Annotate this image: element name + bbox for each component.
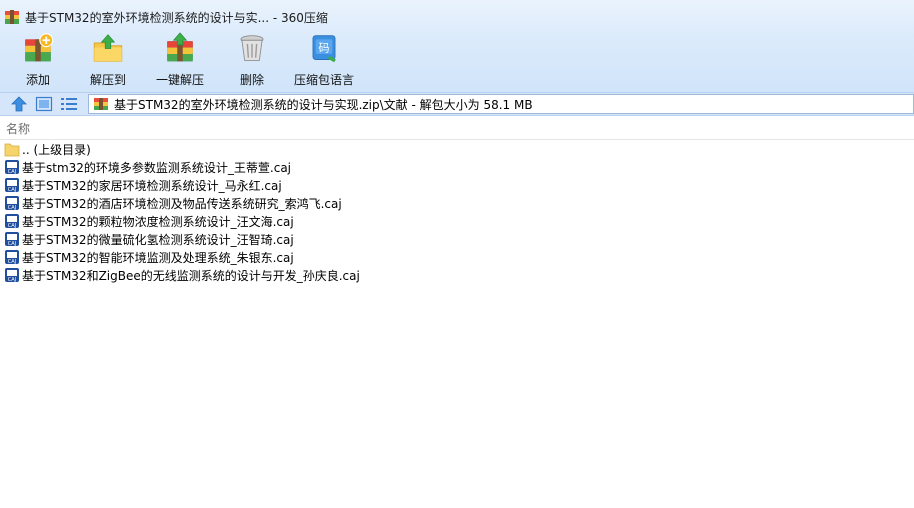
list-item[interactable]: CAJ 基于STM32的微量硫化氢检测系统设计_汪智琦.caj <box>0 230 914 248</box>
one-click-extract-button-label: 一键解压 <box>155 73 204 87</box>
file-name: 基于STM32的酒店环境检测及物品传送系统研究_索鸿飞.caj <box>22 196 342 211</box>
caj-file-icon: CAJ <box>5 232 19 247</box>
address-bar[interactable]: 基于STM32的室外环境检测系统的设计与实现.zip\文献 - 解包大小为 58… <box>88 94 914 114</box>
extract-to-button-label: 解压到 <box>89 73 126 87</box>
one-click-extract-button[interactable]: 一键解压 <box>144 30 216 88</box>
caj-file-icon: CAJ <box>5 268 19 283</box>
archive-app-icon <box>5 10 19 24</box>
column-name-header[interactable]: 名称 <box>6 120 30 137</box>
delete-button[interactable]: 删除 <box>216 30 288 88</box>
toolbar: 添加 解压到 一键解压 删除 码 压缩包语言 <box>0 30 360 90</box>
extract-to-button[interactable]: 解压到 <box>72 30 144 88</box>
list-item-parent-directory[interactable]: .. (上级目录) <box>0 140 914 158</box>
list-item[interactable]: CAJ 基于stm32的环境多参数监测系统设计_王蒂萱.caj <box>0 158 914 176</box>
list-item[interactable]: CAJ 基于STM32和ZigBee的无线监测系统的设计与开发_孙庆良.caj <box>0 266 914 284</box>
svg-text:码: 码 <box>319 41 330 54</box>
column-header[interactable]: 名称 <box>0 118 914 140</box>
svg-text:CAJ: CAJ <box>8 187 16 193</box>
svg-text:CAJ: CAJ <box>8 223 16 229</box>
caj-file-icon: CAJ <box>5 160 19 175</box>
caj-file-icon: CAJ <box>5 214 19 229</box>
header-area: 基于STM32的室外环境检测系统的设计与实... - 360压缩 添加 解压到 … <box>0 0 914 92</box>
up-arrow-icon[interactable] <box>10 96 28 112</box>
folder-icon <box>4 143 20 157</box>
file-name: 基于STM32和ZigBee的无线监测系统的设计与开发_孙庆良.caj <box>22 268 360 283</box>
delete-button-label: 删除 <box>239 73 264 87</box>
address-path: 基于STM32的室外环境检测系统的设计与实现.zip\文献 - 解包大小为 58… <box>114 97 533 112</box>
file-list: .. (上级目录) CAJ 基于stm32的环境多参数监测系统设计_王蒂萱.ca… <box>0 140 914 284</box>
file-name: 基于STM32的颗粒物浓度检测系统设计_汪文海.caj <box>22 214 294 229</box>
file-name: 基于stm32的环境多参数监测系统设计_王蒂萱.caj <box>22 160 292 175</box>
caj-file-icon: CAJ <box>5 250 19 265</box>
file-name: 基于STM32的微量硫化氢检测系统设计_汪智琦.caj <box>22 232 294 247</box>
caj-file-icon: CAJ <box>5 178 19 193</box>
svg-text:CAJ: CAJ <box>8 277 16 283</box>
list-item[interactable]: CAJ 基于STM32的颗粒物浓度检测系统设计_汪文海.caj <box>0 212 914 230</box>
list-item[interactable]: CAJ 基于STM32的智能环境监测及处理系统_朱银东.caj <box>0 248 914 266</box>
svg-text:CAJ: CAJ <box>8 241 16 247</box>
add-archive-icon <box>25 33 54 62</box>
file-name: .. (上级目录) <box>22 142 91 157</box>
thumbnail-view-icon[interactable] <box>35 96 53 112</box>
address-row: 基于STM32的室外环境检测系统的设计与实现.zip\文献 - 解包大小为 58… <box>0 92 914 116</box>
file-name: 基于STM32的家居环境检测系统设计_马永红.caj <box>22 178 282 193</box>
svg-text:CAJ: CAJ <box>8 205 16 211</box>
caj-file-icon: CAJ <box>5 196 19 211</box>
one-click-extract-icon <box>167 32 193 62</box>
add-button[interactable]: 添加 <box>4 30 72 88</box>
window-title: 基于STM32的室外环境检测系统的设计与实... - 360压缩 <box>25 10 328 25</box>
file-name: 基于STM32的智能环境监测及处理系统_朱银东.caj <box>22 250 294 265</box>
list-view-icon[interactable] <box>60 96 78 112</box>
archive-language-button[interactable]: 码 压缩包语言 <box>288 30 360 88</box>
svg-text:CAJ: CAJ <box>8 259 16 265</box>
archive-file-icon <box>94 98 108 110</box>
list-item[interactable]: CAJ 基于STM32的家居环境检测系统设计_马永红.caj <box>0 176 914 194</box>
extract-to-icon <box>93 34 123 62</box>
title-bar: 基于STM32的室外环境检测系统的设计与实... - 360压缩 <box>0 0 914 34</box>
svg-text:CAJ: CAJ <box>8 169 16 175</box>
app-window: 基于STM32的室外环境检测系统的设计与实... - 360压缩 添加 解压到 … <box>0 0 914 508</box>
trash-can-icon <box>240 35 264 61</box>
archive-language-button-label: 压缩包语言 <box>293 73 354 87</box>
add-button-label: 添加 <box>25 73 50 87</box>
archive-language-icon: 码 <box>312 35 336 63</box>
list-item[interactable]: CAJ 基于STM32的酒店环境检测及物品传送系统研究_索鸿飞.caj <box>0 194 914 212</box>
